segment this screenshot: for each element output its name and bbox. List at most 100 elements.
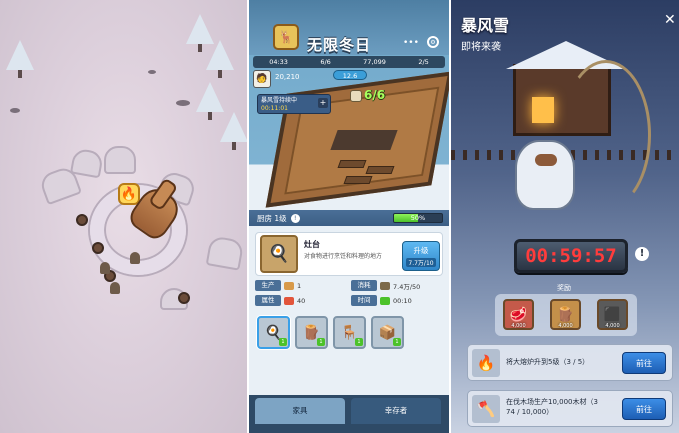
slot-level: 1 — [279, 338, 287, 346]
reward-qty: 4,000 — [511, 323, 526, 329]
heat-icon — [284, 296, 294, 305]
furniture-slot-shelf[interactable]: 📦 1 — [371, 316, 404, 349]
tab-furniture[interactable]: 家具 — [255, 398, 345, 424]
reward-label: 奖励 — [557, 284, 571, 292]
tent-hut[interactable] — [205, 235, 245, 271]
upgrade-button[interactable]: 升级 7.7万/10 — [402, 241, 440, 271]
survivor-figure[interactable] — [100, 262, 110, 274]
snowy-pine-tree — [6, 40, 34, 78]
lit-window — [532, 97, 554, 123]
attr-time: 时间 00:10 — [351, 294, 441, 307]
facility-attributes: 生产 1 消耗 7.4万/50 属性 40 时间 00:10 — [255, 279, 443, 309]
tab-survivors[interactable]: 幸存者 — [351, 398, 441, 424]
event-title: 暴风雪 — [461, 16, 510, 35]
power-value: 20,210 — [275, 73, 300, 81]
reward-qty: 4,000 — [605, 323, 620, 329]
attr-property: 属性 40 — [255, 294, 345, 307]
slot-level: 1 — [317, 338, 325, 346]
room-name: 厨房 1级 — [257, 213, 287, 223]
settings-icon[interactable]: ⚙ — [427, 36, 439, 48]
furnace-icon: 🔥 — [472, 349, 500, 377]
snowy-pine-tree — [220, 112, 247, 150]
rock — [10, 108, 20, 113]
coin-resource: 77,099 — [363, 58, 386, 66]
attr-value: 1 — [297, 281, 302, 290]
attr-key: 生产 — [255, 280, 281, 291]
task-description: 将大熔炉升到5级（3 / 5） — [506, 358, 590, 366]
coal-icon[interactable]: ⬛ 4,000 — [597, 299, 628, 330]
slot-level: 1 — [393, 338, 401, 346]
progress-label: 50% — [410, 214, 426, 222]
clock-icon — [380, 296, 390, 305]
attr-key: 属性 — [255, 295, 281, 306]
population-resource: 6/6 — [320, 58, 331, 66]
dining-table — [337, 160, 367, 168]
snowy-pine-tree — [196, 82, 224, 120]
attr-key: 时间 — [351, 295, 377, 306]
food-icon — [284, 281, 294, 290]
kitchen-counter — [330, 130, 398, 150]
attr-value: 00:10 — [393, 296, 412, 305]
upgrade-cost: 7.7万/10 — [406, 258, 436, 267]
game-emblem-icon[interactable]: 🦌 — [273, 24, 299, 50]
go-button[interactable]: 前往 — [622, 398, 666, 420]
facility-card: 🍳 灶台 对食物进行烹饪和料理的地方 升级 7.7万/10 — [255, 232, 443, 276]
close-icon[interactable]: ✕ — [664, 12, 676, 28]
furniture-slot-table[interactable]: 🪑 1 — [333, 316, 366, 349]
expand-icon[interactable]: + — [318, 98, 328, 108]
attr-key: 消耗 — [351, 280, 377, 291]
task-description: 在伐木场生产10,000木材（3 74 / 10,000） — [506, 397, 598, 417]
clock-resource: 04:33 — [269, 58, 288, 66]
event-subtitle: 即将来袭 — [461, 42, 501, 53]
task-desc-line1: 在伐木场生产10,000木材（3 — [506, 398, 598, 406]
task-produce-wood: 🪓 在伐木场生产10,000木材（3 74 / 10,000） 前往 — [467, 390, 673, 427]
building-panel: 🦌 无限冬日 ••• ⚙ 04:33 6/6 77,099 2/5 🧑 20,2… — [249, 0, 449, 433]
player-avatar[interactable]: 🧑 — [253, 70, 271, 88]
dining-table — [365, 166, 395, 174]
info-icon[interactable]: ! — [290, 213, 300, 223]
meat-icon[interactable]: 🥩 4,000 — [503, 299, 534, 330]
fire-icon[interactable]: 🔥 — [118, 183, 140, 205]
coal-icon — [380, 281, 390, 290]
attr-production: 生产 1 — [255, 279, 345, 292]
rock — [148, 70, 156, 74]
yeti-character — [515, 140, 575, 210]
room-progress-bar: 50% — [393, 213, 443, 223]
tent-hut[interactable] — [69, 147, 105, 179]
furniture-slots: 🍳 1 🪵 1 🪑 1 📦 1 — [255, 316, 443, 352]
stove-icon: 🍳 — [260, 235, 298, 273]
wood-icon[interactable]: 🪵 4,000 — [550, 299, 581, 330]
chef-icon — [350, 90, 362, 102]
upgrade-label: 升级 — [413, 246, 429, 255]
reward-qty: 4,000 — [558, 323, 573, 329]
tent-hut[interactable] — [104, 146, 136, 174]
worker-resource: 2/5 — [418, 58, 429, 66]
barrel — [178, 292, 190, 304]
blizzard-event-panel: 暴风雪 即将来袭 ✕ 00:59:57 ! 奖励 🥩 4,000 🪵 4,000 ⬛… — [451, 0, 679, 433]
attr-consumption: 消耗 7.4万/50 — [351, 279, 441, 292]
attr-value: 40 — [297, 296, 306, 305]
blizzard-alert[interactable]: 暴风雪持续中 00:11:01 + — [257, 94, 331, 114]
facility-name: 灶台 — [304, 240, 320, 249]
task-upgrade-furnace: 🔥 将大熔炉升到5级（3 / 5） 前往 — [467, 344, 673, 381]
reward-row: 🥩 4,000 🪵 4,000 ⬛ 4,000 — [495, 294, 637, 336]
warning-icon[interactable]: ! — [635, 247, 649, 261]
dining-table — [343, 176, 373, 184]
slot-level: 1 — [355, 338, 363, 346]
snowy-pine-tree — [206, 40, 234, 78]
furniture-slot-stove[interactable]: 🍳 1 — [257, 316, 290, 349]
level-pill: 12.6 — [333, 70, 367, 80]
barrel — [92, 242, 104, 254]
snow-map-panel[interactable]: 🔥 — [0, 0, 247, 433]
facility-description: 对食物进行烹饪和料理的地方 — [304, 253, 383, 260]
rock — [176, 100, 190, 106]
axe-icon: 🪓 — [472, 395, 500, 423]
go-button[interactable]: 前往 — [622, 352, 666, 374]
survivor-figure[interactable] — [130, 252, 140, 264]
barrel — [76, 214, 88, 226]
bottom-tab-bar: 家具 幸存者 — [249, 395, 449, 433]
attr-value: 7.4万/50 — [393, 282, 421, 291]
furniture-slot-counter[interactable]: 🪵 1 — [295, 316, 328, 349]
survivor-figure[interactable] — [110, 282, 120, 294]
more-options-icon[interactable]: ••• — [403, 38, 419, 48]
